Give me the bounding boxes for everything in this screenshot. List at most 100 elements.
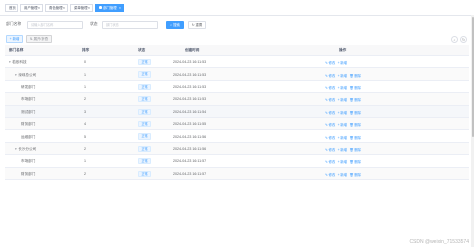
- status-badge: 正常: [138, 170, 151, 177]
- tag-menu-manage[interactable]: 菜单管理 ×: [70, 4, 93, 12]
- table-row[interactable]: 测试部门 3 正常 2024-04-23 16:11:54 ✎修改 +新增 🗑删除: [5, 105, 469, 118]
- add-link[interactable]: +新增: [338, 148, 347, 152]
- close-icon[interactable]: ×: [119, 5, 121, 12]
- tag-home[interactable]: 首页: [5, 4, 18, 12]
- delete-link[interactable]: 🗑删除: [349, 148, 361, 152]
- add-link[interactable]: +新增: [338, 61, 347, 65]
- cell-create-time: 2024-04-23 16:11:57: [173, 171, 207, 176]
- cell-dept-name: 运维部门: [21, 135, 35, 140]
- edit-link[interactable]: ✎修改: [325, 61, 335, 65]
- edit-link[interactable]: ✎修改: [325, 111, 335, 115]
- table-row[interactable]: 财务部门 2 正常 2024-04-23 16:11:57 ✎修改 +新增 🗑删除: [5, 167, 469, 180]
- edit-link[interactable]: ✎修改: [325, 160, 335, 164]
- op-label: 修改: [328, 123, 336, 128]
- tag-user-manage[interactable]: 用户管理 ×: [20, 4, 43, 12]
- add-link[interactable]: +新增: [338, 74, 347, 78]
- edit-link[interactable]: ✎修改: [325, 74, 335, 78]
- close-icon[interactable]: ×: [88, 5, 90, 12]
- refresh-icon: ↻: [191, 23, 195, 27]
- dept-name-input[interactable]: 请输入部门名称: [27, 21, 83, 29]
- cell-order: 2: [84, 171, 86, 176]
- table-row[interactable]: 市场部门 2 正常 2024-04-23 16:11:53 ✎修改 +新增 🗑删除: [5, 93, 469, 106]
- edit-link[interactable]: ✎修改: [325, 148, 335, 152]
- add-link[interactable]: +新增: [338, 86, 347, 90]
- close-icon[interactable]: ×: [38, 5, 40, 12]
- tag-label: 部门管理: [103, 6, 117, 10]
- table-row[interactable]: 研发部门 1 正常 2024-04-23 16:11:53 ✎修改 +新增 🗑删除: [5, 81, 469, 94]
- delete-link[interactable]: 🗑删除: [349, 86, 361, 90]
- cell-dept-name: 测试部门: [21, 110, 35, 115]
- table-row[interactable]: ▾ 若依科技 0 正常 2024-04-23 16:11:53 ✎修改 +新增: [5, 56, 469, 69]
- cell-create-time: 2024-04-23 16:11:54: [173, 109, 207, 114]
- add-link[interactable]: +新增: [338, 160, 347, 164]
- add-button[interactable]: +新增: [6, 35, 23, 43]
- cell-order: 3: [84, 109, 86, 114]
- tag-label: 角色管理: [49, 6, 63, 10]
- expand-arrow-icon[interactable]: ▾: [9, 60, 11, 64]
- tag-label: 用户管理: [24, 6, 38, 10]
- dept-name-text: 财务部门: [21, 171, 36, 176]
- edit-link[interactable]: ✎修改: [325, 86, 335, 90]
- delete-link[interactable]: 🗑删除: [349, 160, 361, 164]
- cell-operations: ✎修改 +新增 🗑删除: [325, 122, 363, 127]
- header-order: 排序: [82, 48, 90, 52]
- op-label: 修改: [328, 73, 336, 78]
- expand-collapse-button[interactable]: ⇅展开/折叠: [26, 35, 52, 43]
- active-dot-icon: [99, 6, 102, 9]
- close-icon[interactable]: ×: [63, 5, 65, 12]
- dept-name-text: 测试部门: [21, 109, 36, 114]
- dept-name-text: 运维部门: [21, 134, 36, 139]
- table-row[interactable]: 市场部门 1 正常 2024-04-23 16:11:57 ✎修改 +新增 🗑删除: [5, 155, 469, 168]
- op-label: 修改: [328, 85, 336, 90]
- add-link[interactable]: +新增: [338, 173, 347, 177]
- tag-role-manage[interactable]: 角色管理 ×: [45, 4, 68, 12]
- edit-link[interactable]: ✎修改: [325, 173, 335, 177]
- edit-link[interactable]: ✎修改: [325, 123, 335, 127]
- cell-dept-name: 研发部门: [21, 85, 35, 90]
- refresh-button[interactable]: ↻: [460, 35, 467, 43]
- op-label: 新增: [340, 110, 347, 115]
- expand-arrow-icon[interactable]: ▾: [15, 73, 17, 77]
- op-label: 删除: [354, 73, 362, 78]
- edit-link[interactable]: ✎修改: [325, 136, 335, 140]
- status-badge: 正常: [138, 120, 151, 128]
- dept-name-text: 市场部门: [21, 159, 36, 164]
- table-row[interactable]: ▾ 深圳总公司 1 正常 2024-04-23 16:11:53 ✎修改 +新增 🗑删除: [5, 68, 469, 81]
- delete-link[interactable]: 🗑删除: [349, 111, 361, 115]
- cell-dept-name: 财务部门: [21, 172, 35, 177]
- table-row[interactable]: ▾ 长沙分公司 2 正常 2024-04-23 16:11:56 ✎修改 +新增 🗑删除: [5, 142, 469, 156]
- delete-link[interactable]: 🗑删除: [349, 173, 361, 177]
- delete-link[interactable]: 🗑删除: [349, 74, 361, 78]
- expand-arrow-icon[interactable]: ▾: [15, 147, 17, 151]
- plus-icon: +: [9, 37, 12, 41]
- tag-label: 首页: [9, 6, 16, 10]
- add-link[interactable]: +新增: [338, 98, 347, 102]
- status-select[interactable]: 部门状态: [102, 21, 158, 29]
- table-row[interactable]: 运维部门 5 正常 2024-04-23 16:11:56 ✎修改 +新增 🗑删除: [5, 130, 469, 143]
- scrollbar-thumb[interactable]: [471, 17, 474, 137]
- delete-link[interactable]: 🗑删除: [349, 98, 361, 102]
- op-label: 新增: [340, 160, 347, 165]
- tag-dept-manage[interactable]: 部门管理 ×: [95, 4, 124, 12]
- search-button[interactable]: ⌕搜索: [166, 21, 184, 29]
- toggle-search-button[interactable]: ⌕: [451, 35, 458, 43]
- op-label: 删除: [354, 98, 362, 103]
- status-badge: 正常: [138, 83, 151, 90]
- add-link[interactable]: +新增: [338, 123, 347, 127]
- op-label: 删除: [354, 123, 362, 128]
- cell-create-time: 2024-04-23 16:11:56: [173, 146, 207, 151]
- table-row[interactable]: 财务部门 4 正常 2024-04-23 16:11:55 ✎修改 +新增 🗑删除: [5, 117, 469, 131]
- app-root: 首页 用户管理 × 角色管理 × 菜单管理 × 部门管理 × 部门名称 请输入部门名称 …: [0, 0, 474, 247]
- add-link[interactable]: +新增: [338, 111, 347, 115]
- cell-create-time: 2024-04-23 16:11:53: [173, 97, 207, 102]
- delete-link[interactable]: 🗑删除: [349, 123, 361, 127]
- op-label: 修改: [328, 135, 336, 140]
- add-link[interactable]: +新增: [338, 136, 347, 140]
- cell-create-time: 2024-04-23 16:11:53: [173, 84, 207, 89]
- delete-link[interactable]: 🗑删除: [349, 136, 361, 140]
- cell-operations: ✎修改 +新增 🗑删除: [325, 159, 363, 164]
- reset-button[interactable]: ↻重置: [188, 21, 206, 29]
- op-label: 删除: [354, 147, 362, 152]
- edit-link[interactable]: ✎修改: [325, 98, 335, 102]
- op-label: 修改: [328, 172, 336, 177]
